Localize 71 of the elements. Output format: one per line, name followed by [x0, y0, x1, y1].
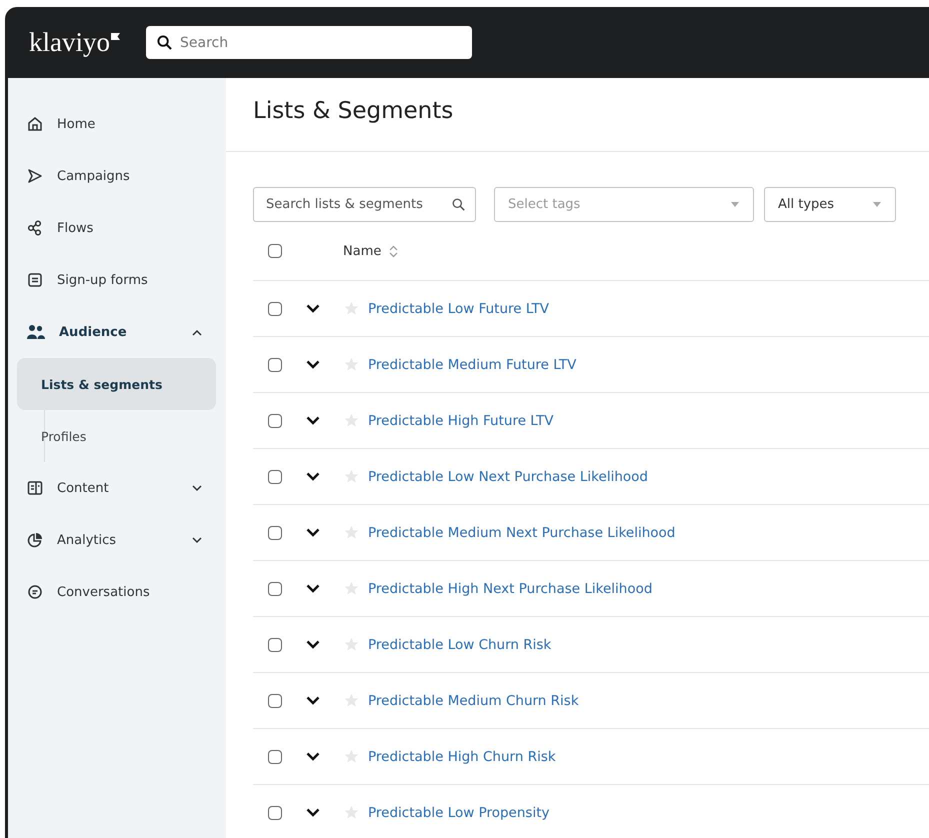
document-icon [27, 480, 43, 496]
chart-icon [27, 532, 43, 548]
star-icon[interactable] [344, 469, 359, 484]
page-title: Lists & Segments [226, 78, 929, 152]
chevron-icon[interactable] [306, 696, 320, 705]
chat-icon [27, 584, 43, 600]
logo[interactable]: klaviyo [29, 27, 120, 58]
star-icon[interactable] [344, 581, 359, 596]
segment-link[interactable]: Predictable Low Future LTV [368, 300, 549, 316]
star-icon[interactable] [344, 693, 359, 708]
checkbox[interactable] [268, 638, 282, 652]
nav-item[interactable]: Flows [8, 202, 226, 254]
star-icon[interactable] [344, 413, 359, 428]
star-icon[interactable] [344, 637, 359, 652]
checkbox[interactable] [268, 750, 282, 764]
home-icon [27, 116, 43, 132]
checkbox[interactable] [268, 470, 282, 484]
type-dropdown[interactable]: All types [764, 187, 896, 222]
checkbox[interactable] [268, 526, 282, 540]
star-icon[interactable] [344, 749, 359, 764]
chevron-icon[interactable] [306, 360, 320, 369]
segment-link[interactable]: Predictable Medium Churn Risk [368, 692, 579, 708]
checkbox[interactable] [268, 302, 282, 316]
chevron-icon[interactable] [306, 416, 320, 425]
star-icon[interactable] [344, 301, 359, 316]
caret-icon [731, 202, 739, 207]
chevron-icon[interactable] [306, 304, 320, 313]
nav-item[interactable]: Home [8, 98, 226, 150]
nav-item[interactable]: Conversations [8, 566, 226, 618]
nav-item[interactable]: Content [8, 462, 226, 514]
nav-item[interactable]: Analytics [8, 514, 226, 566]
nav-item[interactable]: Campaigns [8, 150, 226, 202]
nav-subitem[interactable]: Lists & segments [17, 358, 216, 410]
nav-subitem[interactable]: Profiles [17, 410, 216, 462]
segment-link[interactable]: Predictable Medium Future LTV [368, 356, 576, 372]
segment-link[interactable]: Predictable High Future LTV [368, 412, 554, 428]
checkbox[interactable] [268, 358, 282, 372]
checkbox[interactable] [268, 414, 282, 428]
checkbox[interactable] [268, 582, 282, 596]
column-header[interactable]: Name [343, 244, 382, 258]
segment-link[interactable]: Predictable High Churn Risk [368, 748, 556, 764]
checkbox[interactable] [268, 244, 282, 258]
star-icon[interactable] [344, 805, 359, 820]
search-icon [157, 35, 172, 50]
segment-link[interactable]: Predictable Low Next Purchase Likelihood [368, 468, 648, 484]
send-icon [27, 168, 43, 184]
sort-icon[interactable] [389, 244, 398, 258]
chevron-icon[interactable] [306, 472, 320, 481]
nav-item[interactable]: Sign-up forms [8, 254, 226, 306]
chevron-icon[interactable] [306, 584, 320, 593]
segment-link[interactable]: Predictable High Next Purchase Likelihood [368, 580, 652, 596]
segment-link[interactable]: Predictable Medium Next Purchase Likelihood [368, 524, 676, 540]
chevron-icon[interactable] [306, 640, 320, 649]
star-icon[interactable] [344, 357, 359, 372]
chevron-icon[interactable] [306, 528, 320, 537]
checkbox[interactable] [268, 806, 282, 820]
flag-icon [111, 33, 120, 41]
segment-link[interactable]: Predictable Low Propensity [368, 804, 550, 820]
segment-link[interactable]: Predictable Low Churn Risk [368, 636, 552, 652]
nodes-icon [27, 220, 43, 236]
checkbox[interactable] [268, 694, 282, 708]
search-icon [452, 198, 465, 211]
nav-item[interactable]: Audience [8, 306, 226, 358]
form-icon [27, 272, 43, 288]
people-icon [27, 324, 45, 340]
chevron-icon[interactable] [306, 752, 320, 761]
search-field[interactable]: Search lists & segments [253, 187, 476, 222]
chevron-icon[interactable] [306, 808, 320, 817]
search-field[interactable]: Search [146, 26, 472, 59]
star-icon[interactable] [344, 525, 359, 540]
caret-icon [873, 202, 881, 207]
